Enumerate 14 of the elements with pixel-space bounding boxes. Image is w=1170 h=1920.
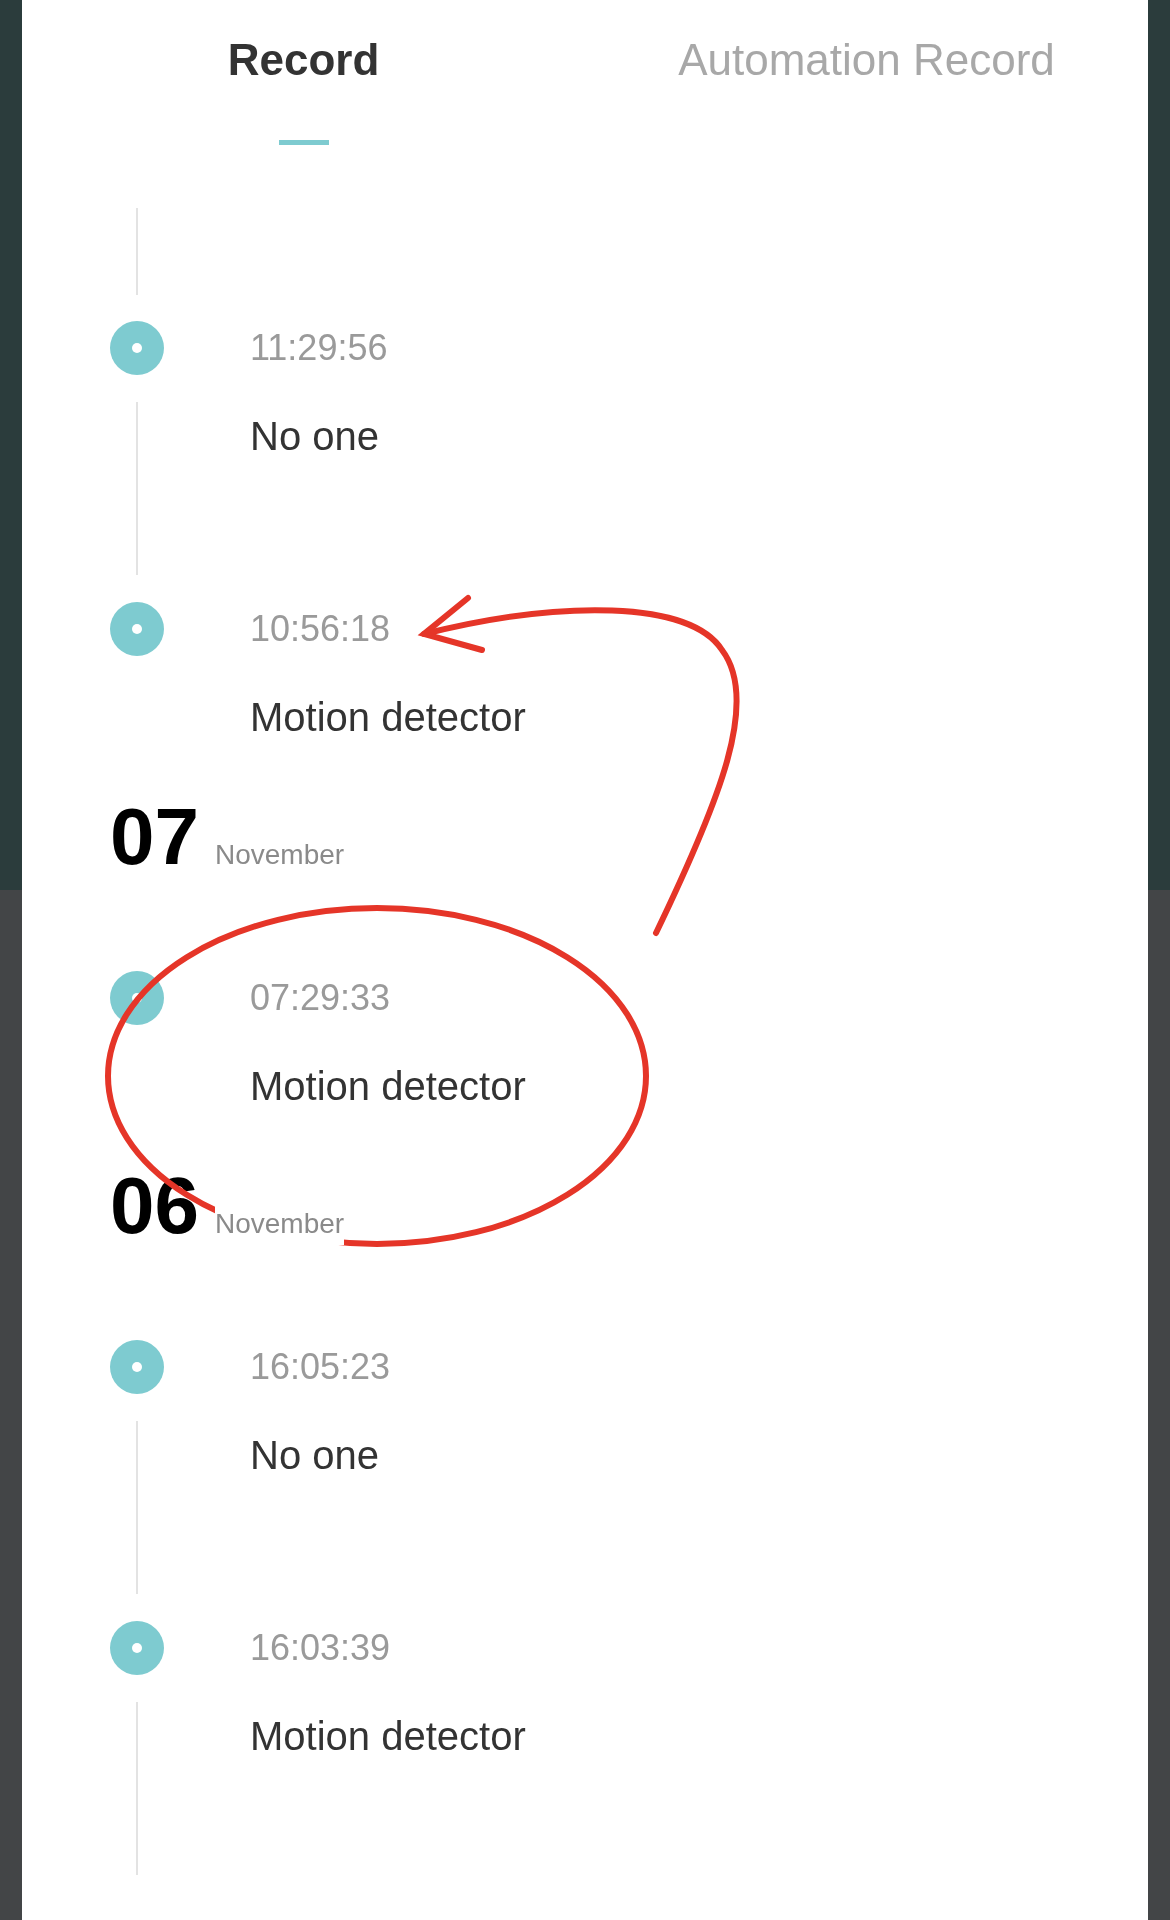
event-time: 11:29:56 (250, 326, 388, 370)
date-day: 06 (110, 1161, 199, 1251)
event-label: Motion detector (250, 1713, 526, 1760)
tab[interactable]: Record (22, 0, 585, 145)
event-time: 16:05:23 (250, 1345, 391, 1389)
event-label: No one (250, 1432, 380, 1479)
date-month: November (215, 1203, 345, 1245)
event-label: Motion detector (250, 1063, 526, 1110)
event-time: 07:29:33 (250, 976, 392, 1020)
event-time: 10:56:18 (250, 607, 392, 651)
event-label: Motion detector (250, 694, 526, 741)
date-day: 07 (110, 792, 199, 882)
event-label: No one (250, 413, 380, 460)
event-time: 16:03:39 (250, 1626, 392, 1670)
